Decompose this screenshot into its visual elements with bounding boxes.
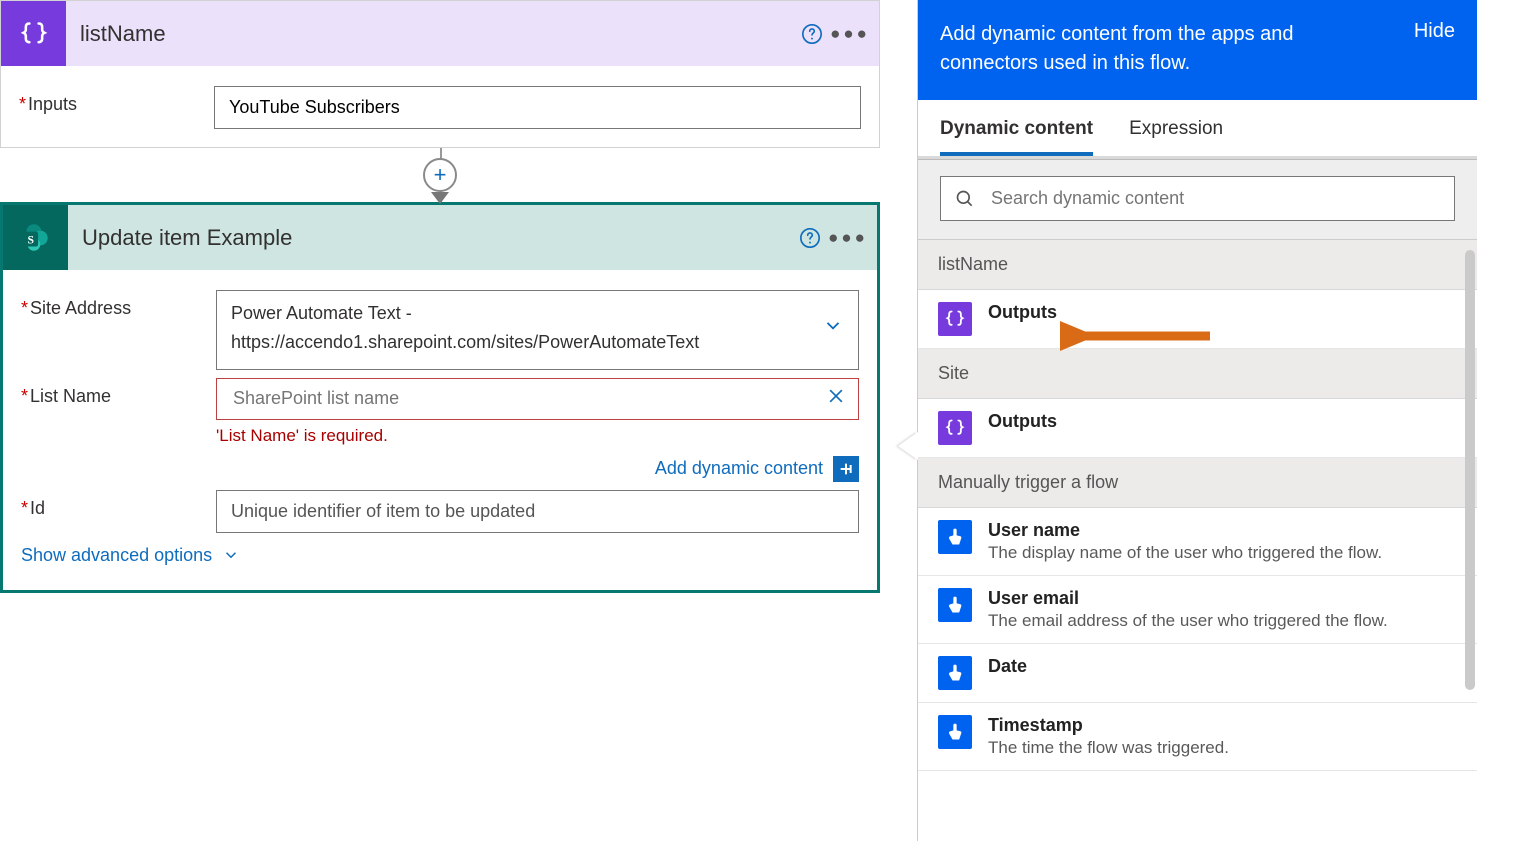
update-item-title: Update item Example [68,225,791,251]
trigger-output-icon [938,715,972,749]
more-icon[interactable]: ●●● [831,15,869,53]
compose-output-icon [938,302,972,336]
dynamic-group-header: Site [918,349,1477,399]
show-advanced-options[interactable]: Show advanced options [21,533,859,572]
inputs-field[interactable] [214,86,861,129]
dynamic-item-description: The email address of the user who trigge… [988,611,1388,631]
site-address-dropdown[interactable]: Power Automate Text - https://accendo1.s… [216,290,859,370]
dynamic-panel-tabs: Dynamic content Expression [918,100,1477,156]
list-name-error: 'List Name' is required. [216,426,859,446]
more-icon[interactable]: ●●● [829,219,867,257]
dynamic-item-description: The time the flow was triggered. [988,738,1229,758]
dynamic-item-name: User name [988,520,1382,541]
compose-header[interactable]: listName ●●● [1,1,879,66]
dynamic-item-name: Outputs [988,302,1057,323]
dynamic-content-item[interactable]: TimestampThe time the flow was triggered… [918,703,1477,771]
dynamic-item-name: Outputs [988,411,1057,432]
dynamic-content-item[interactable]: Date [918,644,1477,703]
dynamic-group-header: Manually trigger a flow [918,458,1477,508]
add-dynamic-badge-icon[interactable] [833,456,859,482]
dynamic-item-name: User email [988,588,1388,609]
hide-panel-link[interactable]: Hide [1414,20,1455,43]
sharepoint-icon: S [3,205,68,270]
dynamic-content-item[interactable]: Outputs [918,290,1477,349]
svg-text:S: S [27,233,34,246]
list-name-input[interactable] [216,378,859,420]
help-icon[interactable] [793,15,831,53]
compose-output-icon [938,411,972,445]
connector: + [0,148,880,202]
trigger-output-icon [938,588,972,622]
dynamic-content-item[interactable]: User nameThe display name of the user wh… [918,508,1477,576]
dynamic-content-item[interactable]: User emailThe email address of the user … [918,576,1477,644]
dynamic-content-list[interactable]: listName Outputs Site Outputs Manually trigg… [918,240,1477,841]
tab-expression[interactable]: Expression [1129,118,1223,156]
chevron-down-icon [222,546,240,564]
update-item-header[interactable]: S Update item Example ●●● [3,205,877,270]
list-name-label: *List Name [21,378,216,407]
dynamic-group-header: listName [918,240,1477,290]
panel-callout-pointer [898,432,918,460]
id-input[interactable] [216,490,859,533]
inputs-label: *Inputs [19,86,214,115]
search-dynamic-content[interactable] [940,176,1455,221]
add-step-button[interactable]: + [423,158,457,192]
clear-icon[interactable] [826,386,846,412]
compose-title: listName [66,21,793,47]
add-dynamic-content-link[interactable]: Add dynamic content [655,458,823,479]
dynamic-item-description: The display name of the user who trigger… [988,543,1382,563]
scrollbar-thumb[interactable] [1465,250,1475,690]
dynamic-panel-header: Add dynamic content from the apps and co… [918,0,1477,100]
update-item-card[interactable]: S Update item Example ●●● *Site Address … [0,202,880,593]
tab-dynamic-content[interactable]: Dynamic content [940,118,1093,156]
trigger-output-icon [938,520,972,554]
site-address-label: *Site Address [21,290,216,319]
dynamic-item-name: Date [988,656,1027,677]
compose-action-card[interactable]: listName ●●● *Inputs [0,0,880,148]
dynamic-item-name: Timestamp [988,715,1229,736]
dynamic-content-item[interactable]: Outputs [918,399,1477,458]
compose-icon [1,1,66,66]
trigger-output-icon [938,656,972,690]
chevron-down-icon [822,314,844,345]
help-icon[interactable] [791,219,829,257]
id-label: *Id [21,490,216,519]
search-icon [955,189,975,209]
dynamic-content-panel: Add dynamic content from the apps and co… [917,0,1477,841]
